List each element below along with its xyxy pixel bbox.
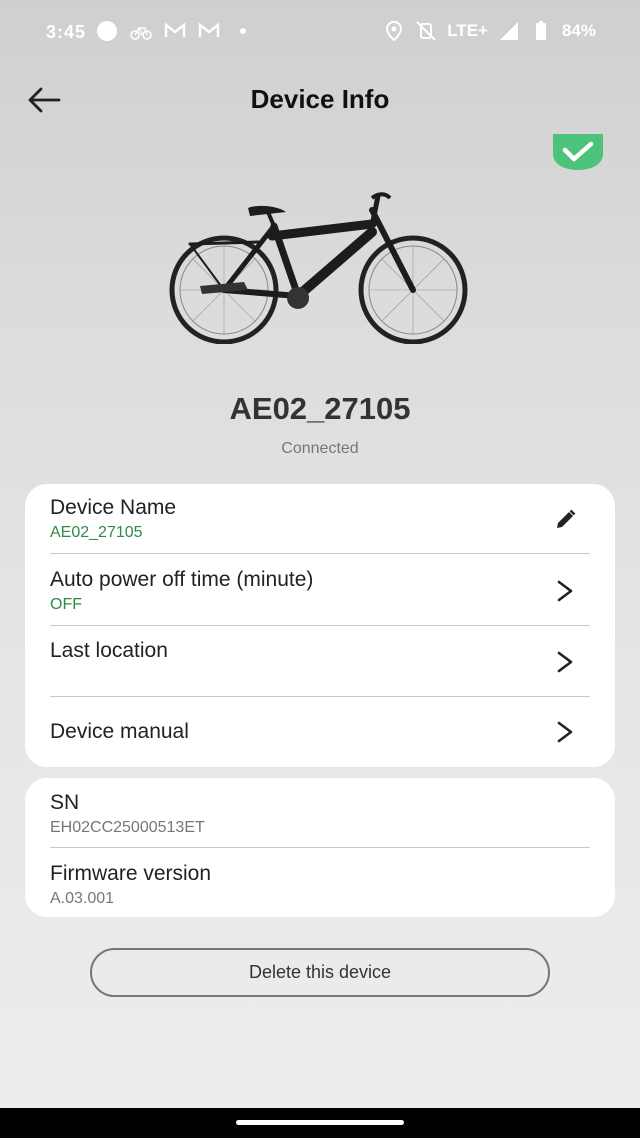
header: Device Info — [0, 64, 640, 136]
notification-icons — [96, 20, 254, 42]
device-name-row[interactable]: Device Name AE02_27105 — [50, 496, 590, 554]
auto-power-off-value: OFF — [50, 596, 82, 613]
firmware-row: Firmware version A.03.001 — [50, 862, 590, 912]
sn-value: EH02CC25000513ET — [50, 819, 205, 836]
sn-row: SN EH02CC25000513ET — [50, 791, 590, 847]
chevron-right-icon — [557, 651, 573, 673]
divider — [50, 696, 590, 697]
status-time: 3:45 — [46, 22, 87, 42]
device-info-card: SN EH02CC25000513ET Firmware version A.0… — [25, 778, 615, 917]
firmware-value: A.03.001 — [50, 890, 115, 907]
connected-check-icon — [553, 134, 603, 170]
bike-notification-icon — [130, 27, 152, 40]
edit-pencil-icon[interactable] — [552, 507, 578, 533]
vibrate-mute-icon — [416, 21, 436, 41]
last-location-row[interactable]: Last location — [50, 639, 590, 697]
system-icons: LTE+ 84% — [383, 20, 596, 42]
delete-device-button[interactable]: Delete this device — [90, 948, 550, 997]
last-location-label: Last location — [50, 639, 168, 662]
circle-icon — [97, 21, 117, 41]
connection-status: Connected — [281, 440, 359, 457]
gmail-icon — [164, 22, 186, 37]
device-name-value: AE02_27105 — [50, 524, 143, 541]
status-bar: 3:45 LTE+ 84% — [0, 0, 640, 64]
home-indicator[interactable] — [236, 1120, 404, 1125]
device-manual-row[interactable]: Device manual — [50, 720, 590, 760]
gmail-icon — [198, 22, 220, 37]
battery-percent: 84% — [561, 21, 596, 40]
settings-card: Device Name AE02_27105 Auto power off ti… — [25, 484, 615, 767]
sn-label: SN — [50, 791, 80, 814]
auto-power-off-row[interactable]: Auto power off time (minute) OFF — [50, 568, 590, 626]
chevron-right-icon — [557, 580, 573, 602]
device-name-label: Device Name — [50, 496, 177, 519]
divider — [50, 625, 590, 626]
battery-icon — [535, 21, 546, 40]
chevron-right-icon — [557, 721, 573, 743]
divider — [50, 847, 590, 848]
signal-icon — [499, 22, 518, 40]
bike-image — [169, 192, 468, 344]
page-title: Device Info — [250, 84, 390, 114]
dot-icon — [240, 28, 246, 34]
auto-power-off-label: Auto power off time (minute) — [50, 568, 314, 591]
firmware-label: Firmware version — [50, 862, 212, 885]
navigation-bar — [0, 1108, 640, 1138]
network-type: LTE+ — [447, 21, 488, 40]
location-icon — [386, 20, 403, 42]
device-manual-label: Device manual — [50, 720, 189, 743]
divider — [50, 553, 590, 554]
device-name-title: AE02_27105 — [229, 391, 411, 426]
